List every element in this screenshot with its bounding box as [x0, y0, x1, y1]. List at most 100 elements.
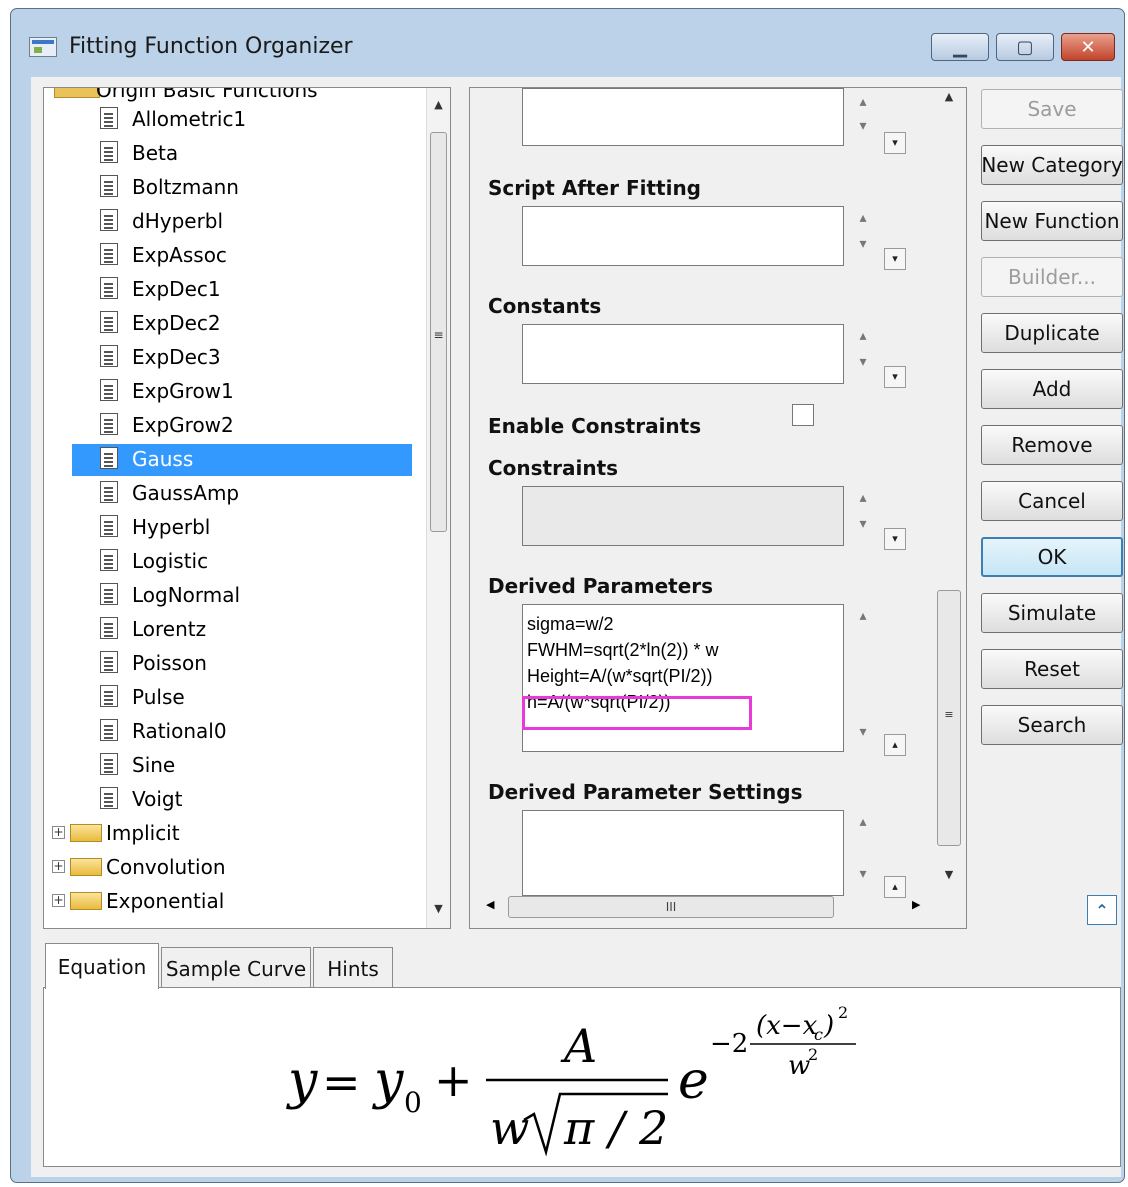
spin-down-icon[interactable]: ▾ [852, 236, 874, 252]
tree-item-function[interactable]: ExpGrow2 [44, 410, 424, 440]
spin-up-icon[interactable]: ▴ [852, 94, 874, 110]
tree-item-label: Allometric1 [132, 107, 247, 131]
duplicate-button[interactable]: Duplicate [981, 313, 1123, 353]
spin-down-icon[interactable]: ▾ [852, 118, 874, 134]
tree-item-label: ExpDec1 [132, 277, 221, 301]
collapse-up-button[interactable]: ⌃ [1087, 895, 1117, 925]
constants-box[interactable] [522, 324, 844, 384]
spin-up-icon[interactable]: ▴ [852, 490, 874, 506]
enable-constraints-checkbox[interactable] [792, 404, 814, 426]
expand-button[interactable]: ▾ [884, 528, 906, 550]
document-icon [100, 141, 118, 163]
spin-up-icon[interactable]: ▴ [852, 328, 874, 344]
maximize-icon: ▢ [1016, 36, 1034, 58]
settings-hscroll-thumb[interactable]: III [508, 896, 834, 918]
tree-item-function[interactable]: LogNormal [44, 580, 424, 610]
tree-item-function[interactable]: Boltzmann [44, 172, 424, 202]
new-function-button[interactable]: New Function [981, 201, 1123, 241]
maximize-button[interactable]: ▢ [996, 33, 1054, 61]
tree-item-function[interactable]: Logistic [44, 546, 424, 576]
tree-item-function[interactable]: Pulse [44, 682, 424, 712]
tree-item-function[interactable]: Rational0 [44, 716, 424, 746]
tree-item-function[interactable]: GaussAmp [44, 478, 424, 508]
scroll-left-icon[interactable]: ◀ [486, 898, 494, 911]
tree-item-function[interactable]: Poisson [44, 648, 424, 678]
save-button[interactable]: Save [981, 89, 1123, 129]
scroll-up-icon[interactable]: ▲ [427, 98, 450, 111]
spin-down-icon[interactable]: ▾ [852, 866, 874, 882]
spin-down-icon[interactable]: ▾ [852, 724, 874, 740]
new-category-button[interactable]: New Category [981, 145, 1123, 185]
document-icon [100, 753, 118, 775]
tree-item-function[interactable]: Allometric1 [44, 104, 424, 134]
collapse-field-button[interactable]: ▴ [884, 734, 906, 756]
tree-item-function[interactable]: Gauss [44, 444, 424, 476]
scroll-right-icon[interactable]: ▶ [912, 898, 920, 911]
tree-vertical-scrollbar[interactable]: ▲ ≡ ▼ [426, 88, 450, 928]
tree-item-folder[interactable]: + Implicit [44, 818, 424, 848]
tree-item-function[interactable]: Sine [44, 750, 424, 780]
ok-button[interactable]: OK [981, 537, 1123, 577]
settings-vertical-scrollbar[interactable]: ▲ ≡ ▼ [934, 88, 964, 888]
tree-item-folder[interactable]: + Convolution [44, 852, 424, 882]
tree-item-function[interactable]: Hyperbl [44, 512, 424, 542]
scroll-down-icon[interactable]: ▼ [934, 868, 964, 881]
settings-horizontal-scrollbar[interactable]: ◀ III ▶ [470, 894, 964, 924]
tab-sample-curve[interactable]: Sample Curve [161, 947, 311, 989]
script-before-fitting-box[interactable] [522, 88, 844, 146]
expand-button[interactable]: ▾ [884, 132, 906, 154]
builder-button[interactable]: Builder... [981, 257, 1123, 297]
tree-item-folder[interactable]: + Exponential [44, 886, 424, 916]
minimize-button[interactable]: ▁ [931, 33, 989, 61]
add-button[interactable]: Add [981, 369, 1123, 409]
expand-button[interactable]: ▾ [884, 366, 906, 388]
tree-item-function[interactable]: ExpGrow1 [44, 376, 424, 406]
selection-highlight [72, 444, 412, 476]
document-icon [100, 311, 118, 333]
expand-plus-icon[interactable]: + [52, 860, 65, 873]
minimize-icon: ▁ [953, 36, 967, 58]
function-tree[interactable]: Origin Basic Functions Allometric1 Beta Bo… [43, 87, 451, 929]
constraints-box[interactable] [522, 486, 844, 546]
expand-plus-icon[interactable]: + [52, 894, 65, 907]
document-icon [100, 379, 118, 401]
spin-down-icon[interactable]: ▾ [852, 354, 874, 370]
remove-button[interactable]: Remove [981, 425, 1123, 465]
close-button[interactable]: ✕ [1061, 33, 1115, 61]
search-button[interactable]: Search [981, 705, 1123, 745]
document-icon [100, 719, 118, 741]
script-after-fitting-box[interactable] [522, 206, 844, 266]
reset-button[interactable]: Reset [981, 649, 1123, 689]
tree-item-function[interactable]: Lorentz [44, 614, 424, 644]
folder-icon [70, 858, 102, 876]
simulate-button[interactable]: Simulate [981, 593, 1123, 633]
derived-parameter-settings-box[interactable] [522, 810, 844, 896]
tree-item-function[interactable]: ExpDec1 [44, 274, 424, 304]
title-bar[interactable]: Fitting Function Organizer ▁ ▢ ✕ [11, 9, 1124, 85]
cancel-button[interactable]: Cancel [981, 481, 1123, 521]
scroll-up-icon[interactable]: ▲ [934, 90, 964, 103]
grip-icon: III [665, 900, 677, 914]
tree-item-function[interactable]: Voigt [44, 784, 424, 814]
expand-plus-icon[interactable]: + [52, 826, 65, 839]
dialog-client: Origin Basic Functions Allometric1 Beta Bo… [31, 77, 1123, 1177]
scroll-down-icon[interactable]: ▼ [427, 902, 450, 915]
expand-button[interactable]: ▾ [884, 248, 906, 270]
tree-parent-folder[interactable]: Origin Basic Functions [96, 88, 318, 102]
spin-down-icon[interactable]: ▾ [852, 516, 874, 532]
document-icon [100, 209, 118, 231]
tree-item-function[interactable]: ExpDec2 [44, 308, 424, 338]
tab-hints[interactable]: Hints [313, 947, 393, 989]
tree-item-function[interactable]: ExpAssoc [44, 240, 424, 270]
tree-item-function[interactable]: Beta [44, 138, 424, 168]
grip-icon: ≡ [433, 328, 444, 342]
derived-parameter-line: FWHM=sqrt(2*ln(2)) * w [527, 640, 719, 660]
spin-up-icon[interactable]: ▴ [852, 210, 874, 226]
spin-up-icon[interactable]: ▴ [852, 608, 874, 624]
tab-equation[interactable]: Equation [45, 943, 159, 989]
tree-item-function[interactable]: ExpDec3 [44, 342, 424, 372]
tree-item-function[interactable]: dHyperbl [44, 206, 424, 236]
spin-up-icon[interactable]: ▴ [852, 814, 874, 830]
document-icon [100, 515, 118, 537]
equation-display: y = y 0 + A w π / 2 e −2 (x−x c ) 2 w 2 [286, 1003, 856, 1157]
